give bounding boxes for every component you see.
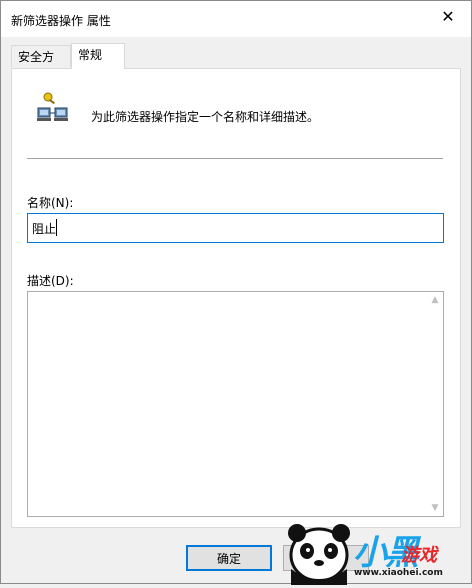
watermark-url: www.xiaohei.com xyxy=(354,568,443,578)
filter-action-description: 为此筛选器操作指定一个名称和详细描述。 xyxy=(91,110,320,124)
tab-general[interactable]: 常规 xyxy=(71,43,125,69)
properties-dialog: 新筛选器操作 属性 ✕ 安全方法 常规 为此筛选器操作指定一个名称和详细描述。 … xyxy=(0,0,472,585)
close-button[interactable]: ✕ xyxy=(425,1,471,31)
name-label: 名称(N): xyxy=(27,196,74,210)
close-icon: ✕ xyxy=(441,6,455,26)
name-input[interactable] xyxy=(27,213,444,243)
watermark-text-small: 游戏 xyxy=(401,545,437,566)
scroll-down-icon[interactable]: ▼ xyxy=(427,500,443,516)
window-title: 新筛选器操作 属性 xyxy=(11,14,111,28)
vertical-scrollbar[interactable]: ▲ ▼ xyxy=(427,292,443,516)
ok-button[interactable]: 确定 xyxy=(186,545,272,571)
scroll-up-icon[interactable]: ▲ xyxy=(427,292,443,308)
description-textarea[interactable]: ▲ ▼ xyxy=(27,291,444,517)
tab-security-methods[interactable]: 安全方法 xyxy=(11,45,71,86)
divider xyxy=(27,158,443,159)
description-label: 描述(D): xyxy=(27,274,74,288)
title-bar: 新筛选器操作 属性 ✕ xyxy=(1,1,471,37)
text-caret xyxy=(56,219,57,236)
network-key-icon xyxy=(29,91,69,127)
